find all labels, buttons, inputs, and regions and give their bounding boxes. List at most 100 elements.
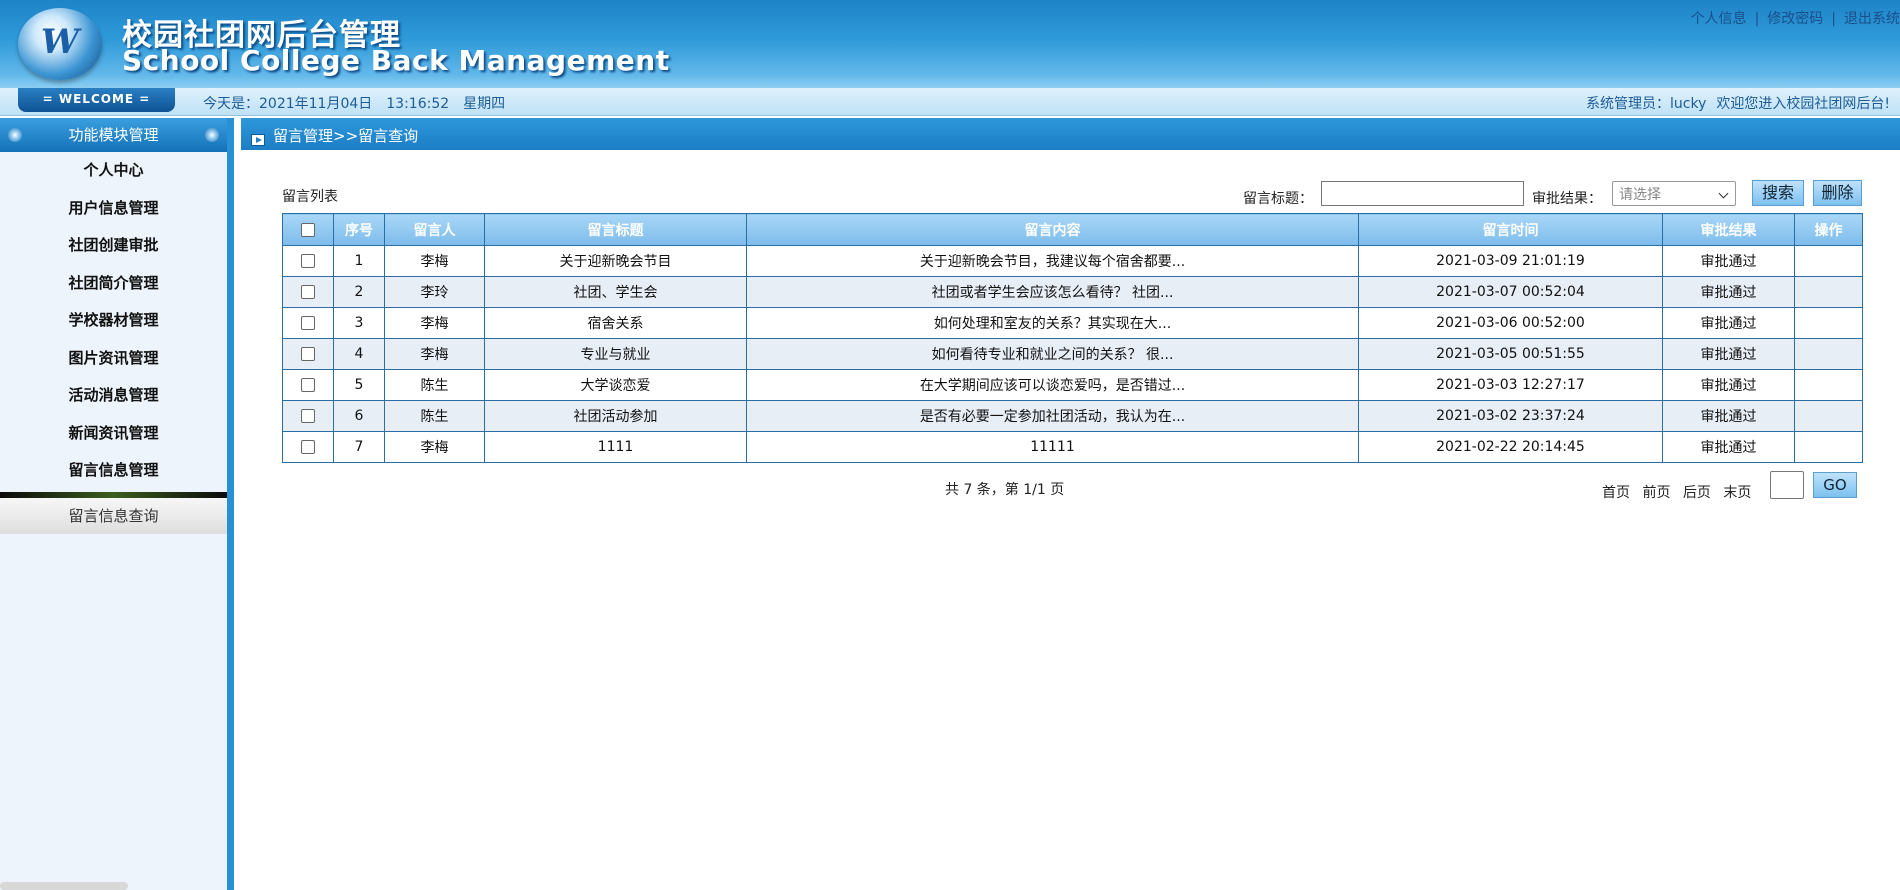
row-checkbox[interactable] [301,347,315,361]
table-row: 4 李梅 专业与就业 如何看待专业和就业之间的关系？ 很... 2021-03-… [282,338,1863,370]
list-title: 留言列表 [282,189,338,205]
row-checkbox-cell [282,276,334,308]
column-header: 操作 [1794,213,1863,246]
info-bar: = WELCOME = 今天是：2021年11月04日 13:16:52 星期四 系… [0,88,1900,116]
logo-icon: W [18,8,102,80]
select-all-checkbox[interactable] [301,222,315,237]
cell-operation[interactable] [1794,431,1863,463]
sidebar-subitem-message-query[interactable]: 留言信息查询 [0,497,227,534]
cell-title: 宿舍关系 [484,307,747,339]
app-subtitle: School College Back Management [122,44,670,77]
select-all-cell [282,213,334,246]
cell-operation[interactable] [1794,400,1863,432]
row-checkbox-cell [282,431,334,463]
sidebar-item-equipment[interactable]: 学校器材管理 [0,302,227,340]
column-header: 留言时间 [1358,213,1663,246]
table-row: 7 李梅 1111 11111 2021-02-22 20:14:45 审批通过 [282,431,1863,463]
row-checkbox[interactable] [301,440,315,454]
cell-title: 关于迎新晚会节目 [484,245,747,277]
table-row: 2 李玲 社团、学生会 社团或者学生会应该怎么看待？ 社团... 2021-03… [282,276,1863,308]
delete-button[interactable]: 删除 [1813,180,1862,206]
sidebar-item-personal-center[interactable]: 个人中心 [0,152,227,190]
cell-author: 李梅 [384,338,485,370]
sidebar-item-image-news[interactable]: 图片资讯管理 [0,340,227,378]
breadcrumb: 留言管理>>留言查询 [273,127,419,145]
cell-result: 审批通过 [1662,400,1795,432]
cell-result: 审批通过 [1662,338,1795,370]
cell-content: 11111 [746,431,1359,463]
cell-operation[interactable] [1794,369,1863,401]
current-time: 13:16:52 [386,96,450,112]
current-date: 今天是：2021年11月04日 [203,96,373,112]
approval-select-value: 请选择 [1619,187,1661,203]
cell-operation[interactable] [1794,276,1863,308]
cell-result: 审批通过 [1662,245,1795,277]
cell-title: 1111 [484,431,747,463]
title-search-input[interactable] [1321,181,1524,206]
sidebar-item-news[interactable]: 新闻资讯管理 [0,415,227,453]
first-page-link[interactable]: 首页 [1602,485,1630,501]
current-datetime: 今天是：2021年11月04日 13:16:52 星期四 [203,93,519,113]
sidebar-item-messages[interactable]: 留言信息管理 [0,452,227,490]
horizontal-scrollbar[interactable] [0,882,128,890]
logout-link[interactable]: 退出系统 [1844,11,1900,27]
cell-content: 如何看待专业和就业之间的关系？ 很... [746,338,1359,370]
row-checkbox-cell [282,338,334,370]
cell-content: 在大学期间应该可以谈恋爱吗，是否错过... [746,369,1359,401]
next-page-link[interactable]: 后页 [1683,485,1711,501]
table-row: 3 李梅 宿舍关系 如何处理和室友的关系？其实现在大... 2021-03-06… [282,307,1863,339]
sidebar-item-club-approval[interactable]: 社团创建审批 [0,227,227,265]
cell-title: 专业与就业 [484,338,747,370]
page-number-input[interactable] [1770,471,1804,499]
sidebar-header: 功能模块管理 [0,118,227,152]
cell-time: 2021-03-02 23:37:24 [1358,400,1663,432]
sidebar-item-activity[interactable]: 活动消息管理 [0,377,227,415]
cell-no: 4 [333,338,385,370]
cell-author: 陈生 [384,369,485,401]
sidebar-item-user-info[interactable]: 用户信息管理 [0,190,227,228]
cell-author: 李梅 [384,245,485,277]
admin-name: 系统管理员：lucky [1586,96,1707,112]
table-row: 6 陈生 社团活动参加 是否有必要一定参加社团活动，我认为在... 2021-0… [282,400,1863,432]
sidebar-item-club-intro[interactable]: 社团简介管理 [0,265,227,303]
last-page-link[interactable]: 末页 [1723,485,1751,501]
table-row: 1 李梅 关于迎新晚会节目 关于迎新晚会节目，我建议每个宿舍都要... 2021… [282,245,1863,277]
cell-author: 李玲 [384,276,485,308]
cell-operation[interactable] [1794,338,1863,370]
cell-operation[interactable] [1794,307,1863,339]
cell-content: 社团或者学生会应该怎么看待？ 社团... [746,276,1359,308]
column-header: 留言标题 [484,213,747,246]
cell-result: 审批通过 [1662,431,1795,463]
cell-author: 李梅 [384,307,485,339]
search-button[interactable]: 搜索 [1752,180,1804,206]
row-checkbox-cell [282,245,334,277]
cell-time: 2021-03-06 00:52:00 [1358,307,1663,339]
cell-title: 社团活动参加 [484,400,747,432]
personal-info-link[interactable]: 个人信息 [1691,11,1747,27]
bullet-icon [8,128,22,142]
row-checkbox[interactable] [301,285,315,299]
cell-no: 6 [333,400,385,432]
sidebar: 功能模块管理 个人中心 用户信息管理 社团创建审批 社团简介管理 学校器材管理 … [0,118,234,890]
title-search-label: 留言标题： [1243,191,1313,207]
chevron-down-icon [1718,188,1729,199]
cell-content: 如何处理和室友的关系？其实现在大... [746,307,1359,339]
cell-author: 李梅 [384,431,485,463]
go-button[interactable]: GO [1813,472,1857,498]
pagination-links: 首页 前页 后页 末页 [1602,482,1759,502]
change-password-link[interactable]: 修改密码 [1767,11,1823,27]
cell-result: 审批通过 [1662,369,1795,401]
cell-operation[interactable] [1794,245,1863,277]
prev-page-link[interactable]: 前页 [1642,485,1670,501]
sidebar-header-label: 功能模块管理 [68,126,159,144]
column-header: 留言内容 [746,213,1359,246]
approval-select[interactable]: 请选择 [1612,181,1736,206]
cell-result: 审批通过 [1662,307,1795,339]
table-header-row: 序号 留言人 留言标题 留言内容 留言时间 审批结果 操作 [282,213,1863,246]
row-checkbox[interactable] [301,254,315,268]
row-checkbox[interactable] [301,378,315,392]
row-checkbox[interactable] [301,316,315,330]
row-checkbox-cell [282,307,334,339]
arrow-icon [251,134,265,146]
row-checkbox[interactable] [301,409,315,423]
